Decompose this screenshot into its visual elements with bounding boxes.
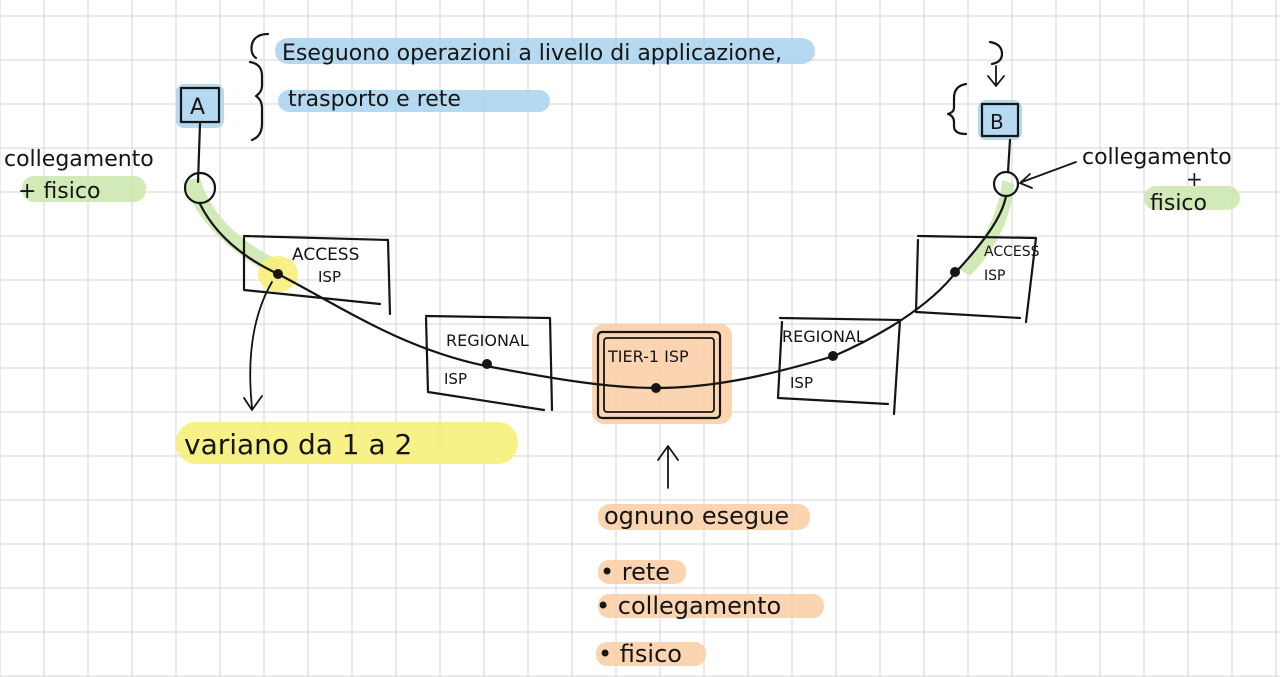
node-access-left — [273, 269, 283, 279]
brace-top-left — [250, 32, 270, 60]
brace-left-vertical — [248, 60, 264, 142]
regional-right-label1: REGIONAL — [782, 327, 865, 346]
node-access-right — [950, 267, 960, 277]
top-note: Eseguono operazioni a livello di applica… — [248, 32, 1005, 142]
regional-right-label2: ISP — [790, 374, 813, 392]
ognuno-note: ognuno esegue • rete • collegamento • fi… — [596, 445, 789, 668]
left-label-line1: collegamento — [4, 147, 154, 172]
variano-note: variano da 1 a 2 — [184, 281, 412, 461]
highlight-tier1-box — [592, 324, 732, 424]
top-note-line1: Eseguono operazioni a livello di applica… — [282, 41, 782, 66]
host-b-label: B — [990, 110, 1004, 134]
top-note-line2: trasporto e rete — [288, 87, 461, 112]
access-right-label2: ISP — [984, 268, 1005, 284]
regional-left-label2: ISP — [444, 370, 467, 388]
variano-text: variano da 1 a 2 — [184, 428, 412, 461]
ognuno-text: ognuno esegue — [604, 502, 789, 530]
link-host-b-down — [1006, 138, 1012, 174]
access-left-label2: ISP — [318, 268, 341, 286]
brace-host-b — [946, 82, 968, 136]
right-label-line2: + — [1186, 167, 1203, 191]
arrow-up-to-tier1 — [657, 445, 679, 489]
arrow-to-variano — [243, 281, 273, 411]
brace-top-right — [988, 40, 1004, 66]
left-label-line2: + fisico — [18, 179, 100, 204]
arrow-right-label — [1019, 161, 1077, 189]
node-tier1 — [651, 383, 661, 393]
notebook-page: Eseguono operazioni a livello di applica… — [0, 0, 1280, 677]
host-a-label: A — [190, 95, 205, 120]
bullet-rete: • rete — [600, 558, 670, 586]
regional-left-label1: REGIONAL — [446, 331, 529, 350]
tier1-label: TIER-1 ISP — [607, 347, 689, 366]
access-left-label1: ACCESS — [292, 245, 359, 265]
right-label-line3: fisico — [1150, 191, 1207, 216]
right-link-label: collegamento + fisico — [1019, 145, 1232, 216]
access-right-label1: ACCESS — [984, 244, 1040, 260]
bullet-fisico: • fisico — [598, 640, 682, 668]
right-label-line1: collegamento — [1082, 145, 1232, 170]
node-regional-right — [828, 351, 838, 361]
arrow-top-right-down — [987, 65, 1005, 87]
node-regional-left — [482, 359, 492, 369]
network-diagram: Eseguono operazioni a livello di applica… — [4, 32, 1240, 668]
bullet-collegamento: • collegamento — [596, 592, 781, 620]
